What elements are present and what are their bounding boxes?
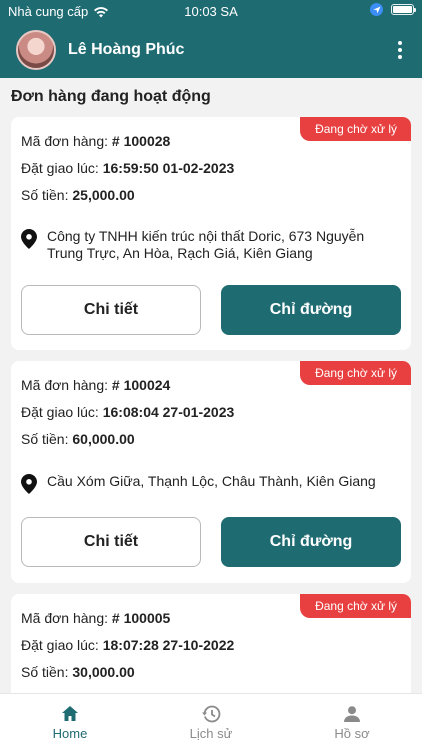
user-row: Lê Hoàng Phúc: [16, 28, 410, 72]
map-pin-icon: [21, 474, 37, 494]
delivery-time-label: Đặt giao lúc:: [21, 404, 103, 420]
status-bar: Nhà cung cấp 10:03 SA: [0, 0, 422, 22]
bottom-tab-bar: Home Lịch sử Hồ sơ: [0, 693, 422, 750]
history-icon: [202, 705, 221, 723]
delivery-time-row: Đặt giao lúc: 16:08:04 27-01-2023: [21, 404, 234, 420]
tab-history[interactable]: Lịch sử: [141, 694, 281, 750]
more-vertical-icon[interactable]: [390, 36, 410, 64]
address-text: Công ty TNHH kiến trúc nội thất Doric, 6…: [47, 228, 365, 261]
status-badge: Đang chờ xử lý: [300, 594, 411, 618]
map-pin-icon: [21, 229, 37, 249]
delivery-time-label: Đặt giao lúc:: [21, 637, 103, 653]
amount-value: 25,000.00: [72, 187, 135, 203]
profile-icon: [344, 706, 360, 722]
detail-button[interactable]: Chi tiết: [21, 517, 201, 567]
delivery-time-value: 16:08:04 27-01-2023: [102, 404, 235, 420]
order-id-value: # 100028: [111, 133, 171, 149]
home-icon: [62, 706, 78, 721]
avatar[interactable]: [16, 30, 56, 70]
order-id-value: # 100024: [111, 377, 171, 393]
amount-label: Số tiền:: [21, 431, 73, 447]
route-button[interactable]: Chỉ đường: [221, 517, 401, 567]
battery-icon: [391, 4, 416, 15]
order-card: Đang chờ xử lý Mã đơn hàng: # 100024 Đặt…: [11, 361, 411, 583]
status-badge: Đang chờ xử lý: [300, 361, 411, 385]
location-arrow-icon: [370, 3, 383, 16]
amount-value: 30,000.00: [72, 664, 135, 680]
status-badge: Đang chờ xử lý: [300, 117, 411, 141]
order-card: Đang chờ xử lý Mã đơn hàng: # 100028 Đặt…: [11, 117, 411, 350]
order-card: Đang chờ xử lý Mã đơn hàng: # 100005 Đặt…: [11, 594, 411, 693]
delivery-time-value: 18:07:28 27-10-2022: [102, 637, 235, 653]
tab-profile[interactable]: Hồ sơ: [282, 694, 422, 750]
amount-label: Số tiền:: [21, 664, 73, 680]
tab-home-label: Home: [52, 726, 88, 741]
order-id-row: Mã đơn hàng: # 100005: [21, 610, 170, 626]
order-id-row: Mã đơn hàng: # 100024: [21, 377, 170, 393]
tab-home[interactable]: Home: [0, 694, 140, 750]
delivery-time-row: Đặt giao lúc: 16:59:50 01-02-2023: [21, 160, 234, 176]
app-header: Nhà cung cấp 10:03 SA Lê Hoàng Phúc: [0, 0, 422, 78]
tab-history-label: Lịch sử: [189, 726, 233, 741]
address-row: Công ty TNHH kiến trúc nội thất Doric, 6…: [21, 228, 391, 262]
amount-row: Số tiền: 60,000.00: [21, 431, 135, 447]
status-indicators: [370, 3, 416, 16]
route-button[interactable]: Chỉ đường: [221, 285, 401, 335]
section-title: Đơn hàng đang hoạt động: [11, 88, 211, 105]
delivery-time-value: 16:59:50 01-02-2023: [102, 160, 235, 176]
order-id-row: Mã đơn hàng: # 100028: [21, 133, 170, 149]
order-id-label: Mã đơn hàng:: [21, 133, 112, 149]
order-id-label: Mã đơn hàng:: [21, 610, 112, 626]
address-row: Cầu Xóm Giữa, Thạnh Lộc, Châu Thành, Kiê…: [21, 473, 391, 494]
status-time: 10:03 SA: [184, 4, 238, 19]
delivery-time-row: Đặt giao lúc: 18:07:28 27-10-2022: [21, 637, 234, 653]
amount-row: Số tiền: 25,000.00: [21, 187, 135, 203]
tab-profile-label: Hồ sơ: [334, 726, 370, 741]
address-text: Cầu Xóm Giữa, Thạnh Lộc, Châu Thành, Kiê…: [47, 473, 376, 489]
amount-row: Số tiền: 30,000.00: [21, 664, 135, 680]
amount-value: 60,000.00: [72, 431, 135, 447]
order-id-value: # 100005: [111, 610, 171, 626]
detail-button[interactable]: Chi tiết: [21, 285, 201, 335]
user-name: Lê Hoàng Phúc: [68, 41, 185, 58]
order-id-label: Mã đơn hàng:: [21, 377, 112, 393]
amount-label: Số tiền:: [21, 187, 73, 203]
delivery-time-label: Đặt giao lúc:: [21, 160, 103, 176]
